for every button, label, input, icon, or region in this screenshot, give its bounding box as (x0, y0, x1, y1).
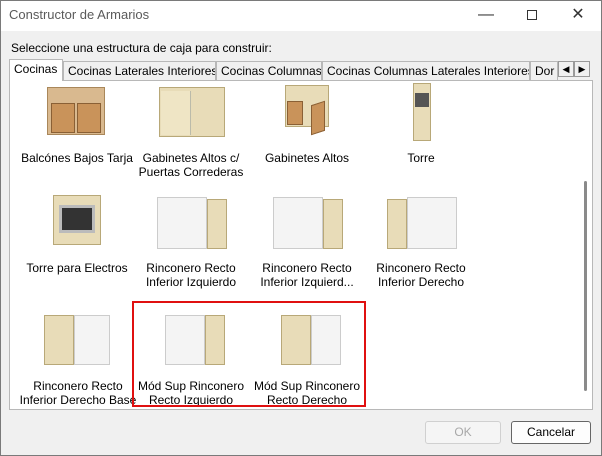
cabinet-gallery: Balcónes Bajos Tarja Gabinetes Altos c/ … (9, 80, 593, 410)
cabinet-item-gabinetes-altos-correderas[interactable]: Gabinetes Altos c/ Puertas Correderas (134, 83, 248, 179)
cabinet-label: Rinconero Recto Inferior Izquierd... (260, 261, 354, 289)
cabinet-label: Rinconero Recto Inferior Derecho Base (19, 379, 137, 407)
cabinet-label: Balcónes Bajos Tarja (21, 151, 133, 165)
cabinet-item-torre[interactable]: Torre (364, 83, 478, 165)
cabinet-label: Torre (407, 151, 435, 165)
arrow-right-icon: ▶ (578, 64, 586, 74)
tab-dor[interactable]: Dor (530, 61, 558, 81)
close-icon: ✕ (571, 6, 585, 23)
cabinet-item-rinconero-inf-der-base[interactable]: Rinconero Recto Inferior Derecho Base (16, 311, 140, 407)
minimize-icon: — (478, 6, 494, 23)
corner-cabinet-icon (381, 193, 461, 257)
sliding-door-wall-cabinet-icon (151, 83, 231, 147)
cabinet-item-rinconero-inf-der[interactable]: Rinconero Recto Inferior Derecho (364, 193, 478, 289)
cabinet-item-torre-electros[interactable]: Torre para Electros (20, 193, 134, 275)
scrollbar-thumb[interactable] (584, 181, 587, 391)
tower-cabinet-icon (381, 83, 461, 147)
cabinet-item-balcones-bajos-tarja[interactable]: Balcónes Bajos Tarja (20, 83, 134, 165)
tab-cocinas-laterales-interiores[interactable]: Cocinas Laterales Interiores (63, 61, 216, 81)
wall-cabinet-icon (267, 83, 347, 147)
corner-cabinet-icon (38, 311, 118, 375)
cabinet-item-rinconero-inf-izq-2[interactable]: Rinconero Recto Inferior Izquierd... (250, 193, 364, 289)
cabinet-label: Gabinetes Altos c/ Puertas Correderas (138, 151, 244, 179)
tab-scroll-right-button[interactable]: ▶ (574, 61, 590, 77)
title-bar: Constructor de Armarios — ✕ (1, 1, 601, 31)
vertical-scrollbar[interactable] (580, 81, 592, 409)
appliance-tower-icon (37, 193, 117, 257)
tab-cocinas-columnas[interactable]: Cocinas Columnas (216, 61, 322, 81)
corner-cabinet-icon (151, 193, 231, 257)
cabinet-item-gabinetes-altos[interactable]: Gabinetes Altos (250, 83, 364, 165)
corner-cabinet-icon (267, 193, 347, 257)
instruction-text: Seleccione una estructura de caja para c… (11, 41, 272, 55)
cabinet-label: Rinconero Recto Inferior Derecho (376, 261, 466, 289)
cabinet-label: Rinconero Recto Inferior Izquierdo (145, 261, 237, 289)
tab-cocinas-columnas-laterales[interactable]: Cocinas Columnas Laterales Interiores (322, 61, 530, 81)
maximize-button[interactable] (509, 1, 555, 31)
arrow-left-icon: ◀ (562, 64, 570, 74)
tab-scroll-left-button[interactable]: ◀ (558, 61, 574, 77)
cabinet-label: Torre para Electros (26, 261, 128, 275)
cancel-button[interactable]: Cancelar (511, 421, 591, 444)
selection-highlight (132, 301, 366, 407)
cabinet-item-rinconero-inf-izq[interactable]: Rinconero Recto Inferior Izquierdo (134, 193, 248, 289)
tab-cocinas[interactable]: Cocinas (9, 59, 63, 81)
close-button[interactable]: ✕ (555, 1, 601, 31)
cabinet-label: Gabinetes Altos (264, 151, 350, 165)
window-title: Constructor de Armarios (9, 7, 150, 22)
maximize-icon (527, 9, 537, 20)
base-sink-cabinet-icon (37, 83, 117, 147)
minimize-button[interactable]: — (463, 1, 509, 31)
ok-button[interactable]: OK (425, 421, 501, 444)
constructor-dialog: Constructor de Armarios — ✕ Seleccione u… (0, 0, 602, 456)
tab-strip: Cocinas Cocinas Laterales Interiores Coc… (9, 59, 593, 81)
